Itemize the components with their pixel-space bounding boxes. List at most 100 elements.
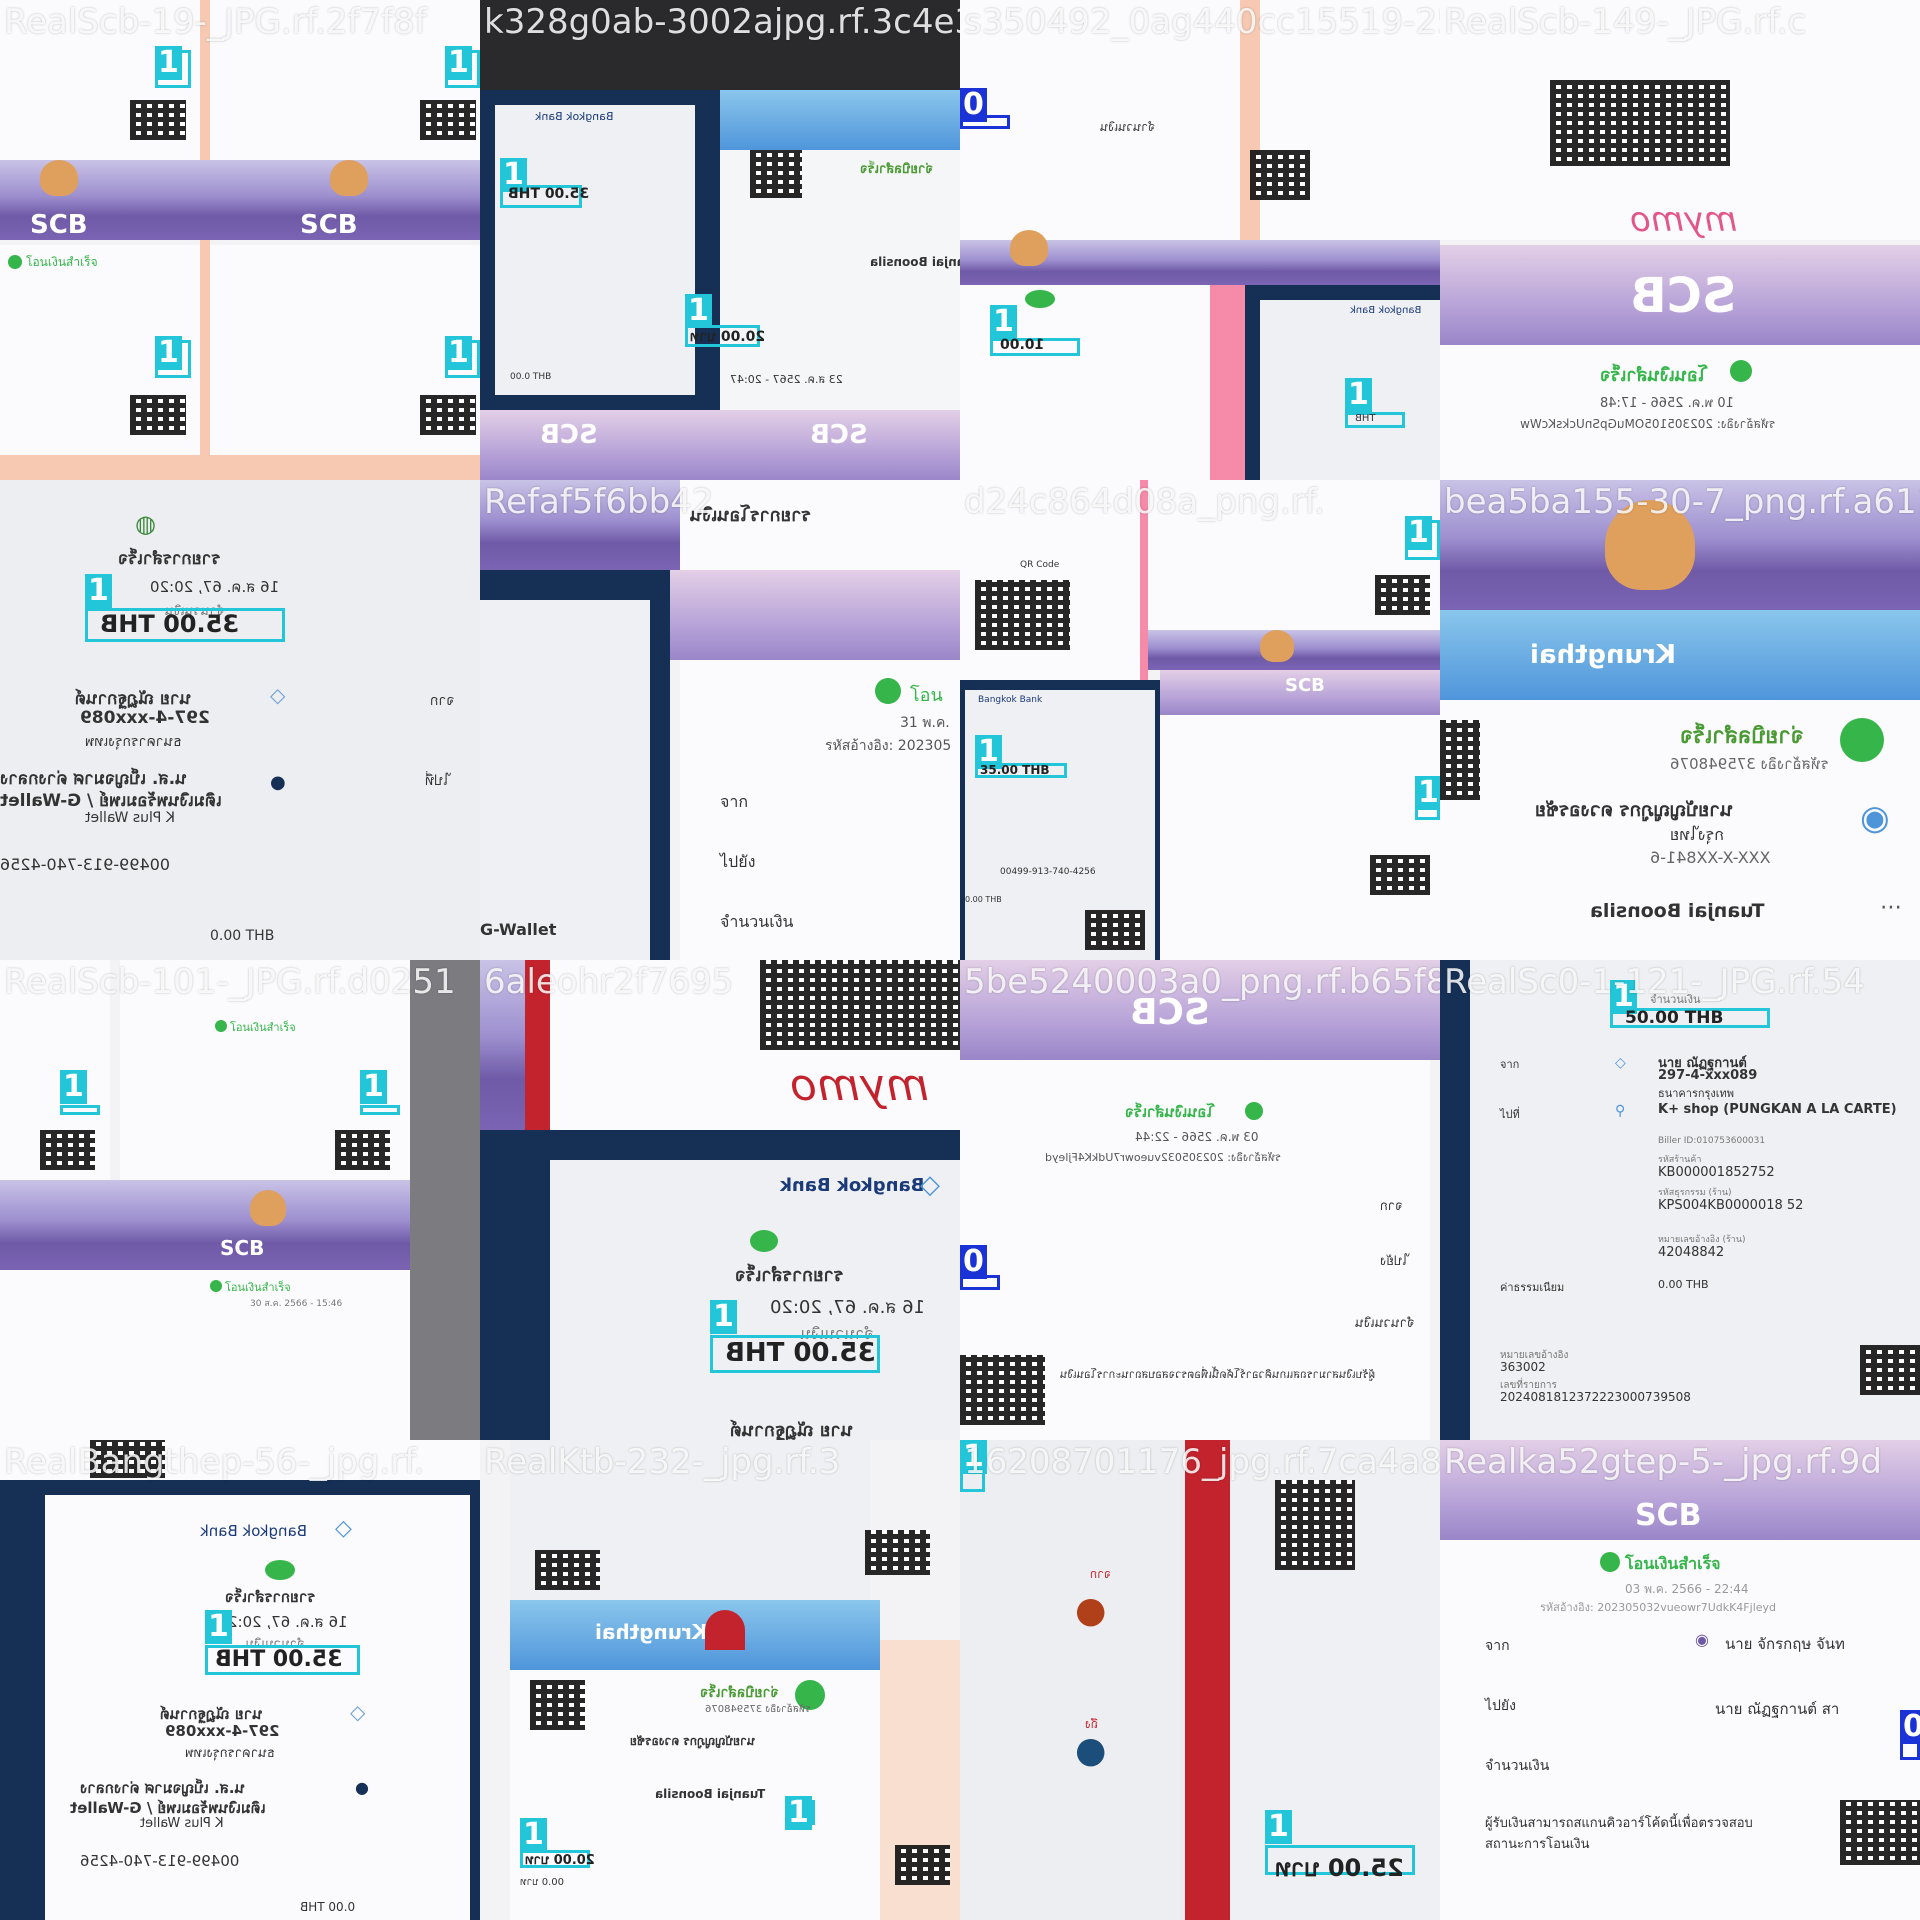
status-text: รายการสำเร็จ [225, 1588, 316, 1606]
mosaic-tile: รายการโอนเงิน G-Wallet โอน 31 พ.ค. รหัสอ… [480, 480, 960, 960]
timestamp: 03 พ.ค. 2566 - 22:44 [1135, 1130, 1259, 1144]
to-label: ไปยัง [1485, 1698, 1516, 1714]
qr-code [1250, 150, 1310, 200]
mosaic-tile: mymo SCB โอนเงินสำเร็จ 10 พ.ค. 2566 - 17… [1440, 0, 1920, 480]
detection-label: 0 [1900, 1710, 1920, 1744]
detection-label: 1 [60, 1070, 87, 1104]
detection-box [60, 1105, 100, 1115]
qr-code [895, 1845, 950, 1885]
bangkok-bank-icon: ◇ [350, 1700, 366, 1724]
mymo-logo: mymo [1630, 200, 1738, 240]
red-border [1185, 1440, 1230, 1920]
bank-name: ธนาคารกรุงเทพ [1658, 1087, 1735, 1100]
bank-emblem-icon: ● [1075, 1590, 1107, 1631]
qr-code [760, 960, 960, 1050]
status-text: โอนเงินสำเร็จ [1625, 1554, 1721, 1573]
bank-name: Bangkok Bank [780, 1175, 925, 1196]
detection-label: 1 [785, 1796, 812, 1830]
payee-name: Tuanjai Boonsila [655, 1787, 766, 1801]
bank-logo-icon: ◍ [135, 510, 156, 538]
shiba-dog-icon [40, 160, 78, 196]
status-text: โอนเงินสำเร็จ [230, 1021, 296, 1034]
mosaic-tile: ◍ รายการสำเร็จ 16 ส.ค. 67, 20:20 จำนวนเง… [0, 480, 480, 960]
status-text: รายการสำเร็จ [118, 549, 221, 569]
timestamp: 16 ส.ค. 67, 20:20 [150, 578, 280, 596]
gray-border [410, 960, 480, 1440]
mosaic-tile: Krungthai จ่ายบิลสำเร็จ รหัสอ้างอิง 3759… [1440, 480, 1920, 960]
wallet-name: K Plus Wallet [140, 1816, 224, 1831]
amount-text: 35.00 THB [725, 1338, 876, 1368]
bangkok-bank-icon: ◇ [335, 1516, 352, 1541]
scb-logo: SCB [1630, 268, 1737, 324]
mosaic-tile: โอนเงินสำเร็จ SCB โอนเงินสำเร็จ 30 ส.ค. … [0, 960, 480, 1440]
bangkok-bank-frame [1440, 960, 1470, 1440]
detection-label: 1 [1405, 516, 1432, 550]
payer-name: นายบัญญูภูกร ดวงอรชัย [1535, 799, 1734, 821]
status-text: จ่ายบิลสำเร็จ [860, 162, 934, 177]
source-filename: RealKtb-232-_jpg.rf.3 [484, 1442, 841, 1482]
fee-value: 0.00 THB [1658, 1278, 1709, 1291]
amount-text: 50.00 THB [1625, 1008, 1724, 1028]
success-check-icon [1730, 360, 1752, 382]
reference-text: รหัสอ้างอิง: 202305 [825, 738, 952, 754]
status-text: จ่ายบิลสำเร็จ [700, 1685, 779, 1701]
shiba-dog-icon [250, 1190, 286, 1226]
detection-label: 1 [445, 336, 472, 370]
qr-code [335, 1130, 390, 1170]
more-icon[interactable]: ⋯ [1880, 895, 1902, 920]
krungthai-banner [720, 90, 960, 150]
currency-text: THB [1355, 413, 1376, 424]
bank-name: Bangkok Bank [1350, 305, 1422, 316]
amount-label: จำนวนเงิน [1485, 1758, 1550, 1774]
source-filename: RealScb-149-_JPG.rf.c [1444, 2, 1807, 42]
krungthai-logo: Krungthai [1530, 640, 1676, 670]
status-text: โอนเงินสำเร็จ [1125, 1103, 1215, 1121]
source-filename: RealBangthep-56-_jpg.rf. [4, 1442, 425, 1482]
account-number: 297-4-xxx089 [165, 1722, 280, 1740]
amount-text: 35.00 THB [508, 186, 590, 202]
detection-label: 0 [960, 1245, 987, 1279]
fee-text: 00.0 บาท [520, 1877, 564, 1888]
mosaic-tile: SCB โอนเงินสำเร็จ 03 พ.ค. 2566 - 22:44 ร… [1440, 1440, 1920, 1920]
status-text: โอนเงินสำเร็จ [225, 1281, 291, 1294]
qr-code [1860, 1345, 1920, 1395]
scb-logo: SCB [1635, 1498, 1702, 1533]
shiba-dog-icon [1010, 230, 1048, 266]
detection-label: 1 [360, 1070, 387, 1104]
mosaic-tile: จาก ถึง ● ● 1 25.00 บาท 1 16208701176_jp… [960, 1440, 1440, 1920]
merchant-ref: 42048842 [1658, 1245, 1725, 1260]
source-filename: 16208701176_jpg.rf.7ca4a83 [964, 1442, 1440, 1482]
status-text: จ่ายบิลสำเร็จ [1680, 724, 1804, 749]
mosaic-tile: จำนวนเงิน 1 50.00 THB จาก ◇ นาย ณัฏฐกานต… [1440, 960, 1920, 1440]
reference-text: รหัสอ้างอิง: 202305032vueowr7UdkK4Fjleyd [1540, 1601, 1777, 1614]
timestamp: 16 ส.ค. 67, 20:2 [228, 1613, 348, 1631]
success-check-icon [1025, 290, 1055, 308]
scb-icon: ◉ [1695, 1630, 1709, 1649]
sender-name: นาย จักรกฤษ จันท [1725, 1635, 1845, 1653]
mosaic-tile: Krungthai จ่ายบิลสำเร็จ รหัสอ้างอิง 3759… [480, 1440, 960, 1920]
from-label: จาก [1485, 1638, 1510, 1654]
account-number: 297-4-xxx089 [80, 708, 210, 728]
amount-text: 20.00 บาท [525, 1853, 595, 1868]
qr-code [975, 580, 1070, 650]
timestamp: 30 ส.ค. 2566 - 15:46 [250, 1299, 343, 1309]
bank-emblem-icon: ● [1075, 1730, 1107, 1771]
timestamp: 16 ส.ค. 67, 20:20 [770, 1297, 926, 1318]
to-label: ไปที่ [1500, 1108, 1520, 1121]
source-filename: 6aleohr2f7695 [484, 962, 734, 1002]
reference-text: รหัสอ้างอิง 375948076 [1670, 755, 1829, 773]
scb-logo: SCB [30, 210, 88, 240]
detection-label: 1 [710, 1300, 737, 1334]
amount-text: 10.00 [1000, 337, 1045, 353]
qr-code [40, 1130, 95, 1170]
transaction-code: KPS004KB0000018 52 [1658, 1198, 1804, 1213]
wallet-name: K Plus Wallet [85, 810, 175, 826]
to-label: ไปยัง [720, 852, 756, 871]
success-check-icon [8, 255, 22, 269]
reference-text: รหัสอ้างอิง: 202305032vueowr7UdkK4Fjleyd [1045, 1151, 1282, 1164]
detection-box [360, 1105, 400, 1115]
detection-label: 1 [205, 1610, 232, 1644]
payee-name: Tuanjai Boonsila [870, 255, 960, 269]
source-filename: bea5ba155-30-7_png.rf.a6114 [1444, 482, 1920, 522]
success-check-icon [875, 678, 901, 704]
